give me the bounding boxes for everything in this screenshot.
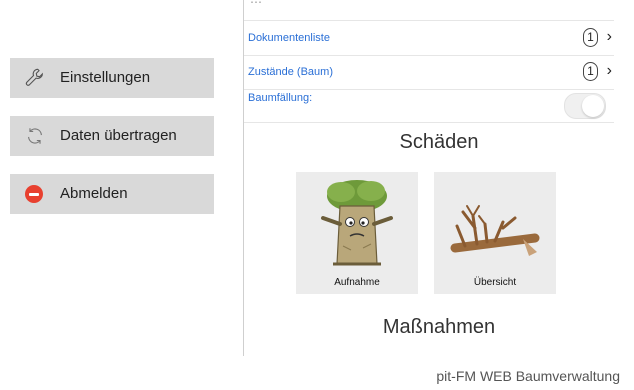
overview-tile-label: Übersicht (473, 277, 517, 288)
documents-row[interactable]: Dokumentenliste 1 › (244, 21, 614, 56)
sync-icon (28, 128, 42, 144)
measures-heading: Maßnahmen (382, 316, 496, 338)
sidebar: Einstellungen Daten übertragen Abmelden (10, 58, 214, 232)
wrench-icon (25, 68, 43, 86)
clipped-row: ⋯ (244, 0, 614, 21)
tree-character-icon (321, 180, 393, 266)
felling-row: Baumfällung: (244, 88, 614, 123)
main-panel: ⋯ Dokumentenliste 1 › Zustände (Baum) 1 … (244, 0, 634, 356)
logout-button[interactable]: Abmelden (10, 174, 214, 214)
documents-link[interactable]: Dokumentenliste (248, 32, 330, 44)
tree-conditions-link[interactable]: Zustände (Baum) (248, 66, 333, 78)
tree-conditions-row[interactable]: Zustände (Baum) 1 › (244, 55, 614, 90)
tree-conditions-count-badge: 1 (583, 62, 598, 81)
felling-label: Baumfällung: (248, 92, 313, 104)
settings-button[interactable]: Einstellungen (10, 58, 214, 98)
felling-toggle[interactable] (564, 93, 606, 119)
settings-label: Einstellungen (60, 69, 151, 86)
record-tile-label: Aufnahme (334, 277, 380, 288)
overview-tile[interactable]: Übersicht (434, 172, 556, 294)
minus-circle-icon (25, 185, 43, 203)
sync-label: Daten übertragen (60, 127, 177, 144)
app-footer: pit-FM WEB Baumverwaltung (436, 368, 620, 384)
sync-button[interactable]: Daten übertragen (10, 116, 214, 156)
chevron-right-icon: › (606, 28, 612, 45)
record-tile[interactable]: Aufnahme (296, 172, 418, 294)
logout-label: Abmelden (60, 185, 128, 202)
clipped-row-text: ⋯ (250, 0, 262, 9)
documents-count-badge: 1 (583, 28, 598, 47)
damages-heading: Schäden (399, 131, 479, 153)
fallen-tree-icon (450, 205, 540, 256)
chevron-right-icon: › (606, 62, 612, 79)
